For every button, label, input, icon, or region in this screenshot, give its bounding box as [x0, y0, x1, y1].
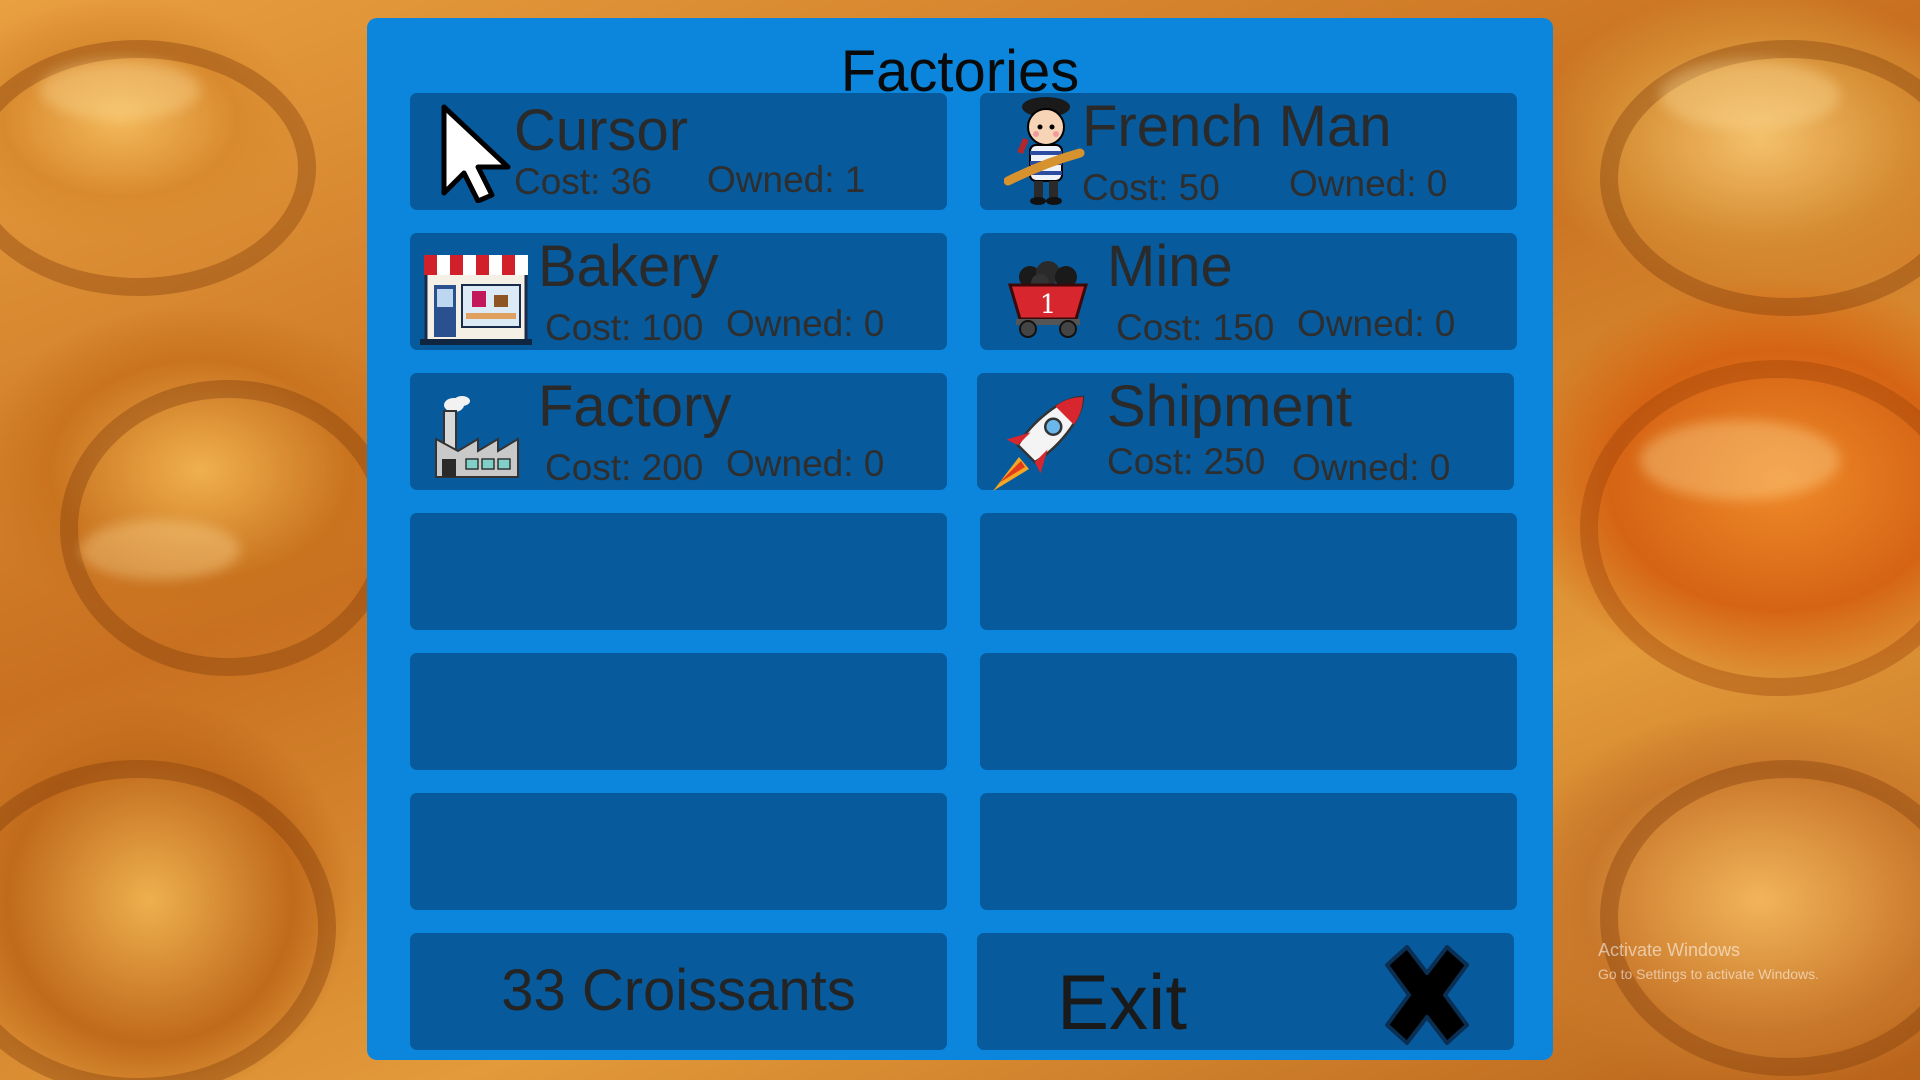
item-name: Mine [1107, 234, 1233, 299]
shop-slot-empty [410, 793, 947, 910]
svg-text:1: 1 [1040, 290, 1057, 320]
exit-label: Exit [1057, 958, 1188, 1046]
mine-cart-icon: 1 [1006, 261, 1090, 346]
item-name: Factory [538, 374, 732, 439]
croissant-count-label: 33 Croissants [501, 958, 856, 1023]
factories-panel: Factories Cursor Cost: 36 Owned: 1 Frenc… [367, 18, 1553, 1060]
item-cost: Cost: 100 [545, 307, 704, 348]
item-owned: Owned: 0 [1297, 303, 1456, 344]
croissant-counter: 33 Croissants [410, 933, 947, 1050]
item-name: Shipment [1107, 374, 1353, 439]
item-cost: Cost: 250 [1107, 441, 1266, 482]
shop-item-factory[interactable]: Factory Cost: 200 Owned: 0 [410, 373, 947, 490]
item-owned: Owned: 0 [726, 443, 885, 484]
bakery-storefront-icon [420, 251, 532, 352]
item-owned: Owned: 0 [1289, 163, 1448, 204]
item-cost: Cost: 200 [545, 447, 704, 488]
item-cost: Cost: 36 [514, 161, 652, 202]
french-man-icon [1003, 93, 1088, 213]
item-name: French Man [1082, 94, 1392, 159]
cursor-arrow-icon [438, 103, 518, 208]
shop-slot-empty [410, 513, 947, 630]
shop-item-cursor[interactable]: Cursor Cost: 36 Owned: 1 [410, 93, 947, 210]
item-cost: Cost: 50 [1082, 167, 1220, 208]
exit-button[interactable]: Exit [977, 933, 1514, 1050]
close-x-icon [1373, 943, 1481, 1052]
shop-item-shipment[interactable]: Shipment Cost: 250 Owned: 0 [977, 373, 1514, 491]
activation-watermark: Activate Windows Go to Settings to activ… [1598, 938, 1819, 986]
factory-building-icon [432, 395, 522, 486]
item-owned: Owned: 0 [1292, 447, 1451, 488]
shop-slot-empty [980, 513, 1517, 630]
watermark-title: Activate Windows [1598, 940, 1741, 960]
item-name: Cursor [514, 98, 689, 163]
shop-item-mine[interactable]: 1 Mine Cost: 150 Owned: 0 [980, 233, 1517, 350]
shop-item-french-man[interactable]: French Man Cost: 50 Owned: 0 [980, 93, 1517, 210]
shop-slot-empty [980, 793, 1517, 910]
shop-item-bakery[interactable]: Bakery Cost: 100 Owned: 0 [410, 233, 947, 350]
item-cost: Cost: 150 [1116, 307, 1275, 348]
shop-slot-empty [980, 653, 1517, 770]
item-owned: Owned: 0 [726, 303, 885, 344]
rocket-icon [985, 379, 1101, 500]
shop-slot-empty [410, 653, 947, 770]
watermark-subtitle: Go to Settings to activate Windows. [1598, 966, 1819, 982]
item-name: Bakery [538, 234, 719, 299]
item-owned: Owned: 1 [707, 159, 866, 200]
